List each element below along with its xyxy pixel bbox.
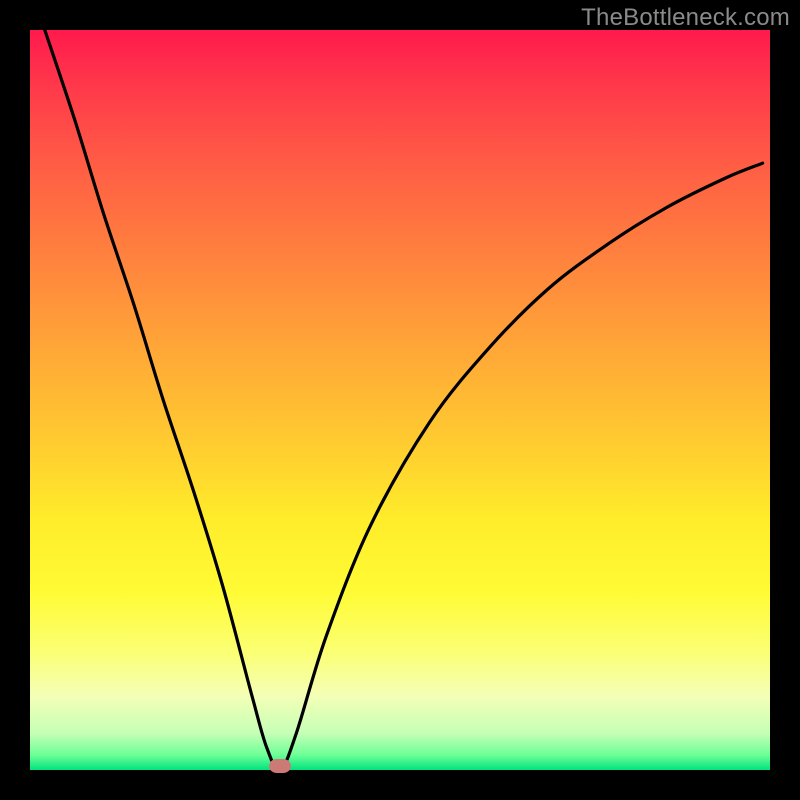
chart-frame: TheBottleneck.com: [0, 0, 800, 800]
bottleneck-curve: [30, 30, 770, 770]
watermark-text: TheBottleneck.com: [581, 4, 790, 32]
plot-area: [30, 30, 770, 770]
optimum-marker: [269, 759, 291, 773]
